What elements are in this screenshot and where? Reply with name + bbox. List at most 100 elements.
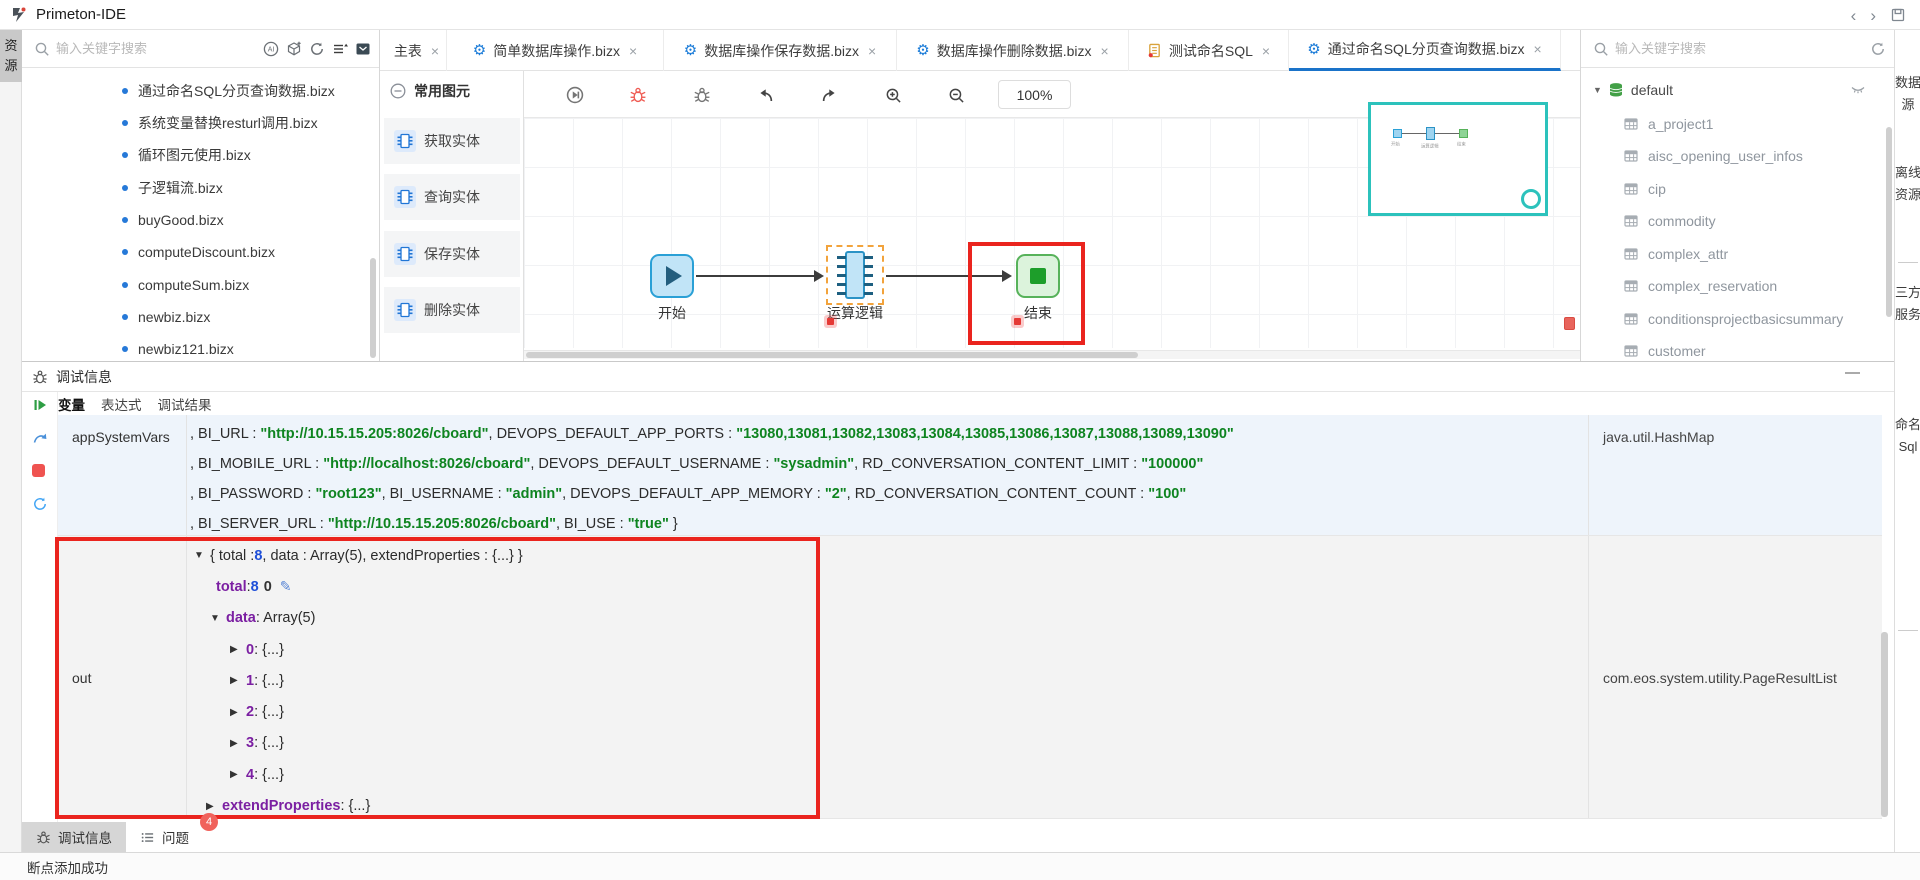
caret-right-icon[interactable]: ▶ — [230, 675, 246, 686]
sort-icon[interactable] — [332, 41, 348, 57]
flow-canvas[interactable]: 100% 开始 运算逻辑 结束 开始 运算逻辑 结束 — [524, 71, 1580, 361]
redo-button[interactable] — [817, 83, 841, 107]
tree-row-data[interactable]: ▼data : Array(5) — [194, 603, 523, 634]
debug-tab-variables[interactable]: 变量 — [58, 394, 85, 414]
table-row-complex-attr[interactable]: complex_attr — [1581, 238, 1894, 270]
package-icon[interactable] — [355, 41, 371, 57]
nav-forward-icon[interactable]: › — [1870, 7, 1876, 24]
close-icon[interactable]: × — [868, 43, 876, 59]
datasource-scrollbar[interactable] — [1886, 127, 1892, 317]
resume-button[interactable] — [32, 397, 50, 415]
close-icon[interactable]: × — [1534, 41, 1542, 57]
tree-row-item-0[interactable]: ▶0 : {...} — [194, 634, 523, 665]
sidebar-item-bizx-0[interactable]: 通过命名SQL分页查询数据.bizx — [22, 75, 379, 107]
dock-tab-named-sql[interactable]: 命名Sql — [1895, 414, 1920, 458]
sidebar-item-bizx-6[interactable]: computeSum.bizx — [22, 269, 379, 301]
caret-down-icon[interactable]: ▼ — [210, 613, 226, 624]
tree-row-item-1[interactable]: ▶1 : {...} — [194, 665, 523, 696]
table-row-commodity[interactable]: commodity — [1581, 205, 1894, 237]
debug-tab-expressions[interactable]: 表达式 — [101, 394, 142, 414]
caret-right-icon[interactable]: ▶ — [230, 738, 246, 749]
variable-row-appSystemVars[interactable]: appSystemVars , BI_URL : "http://10.15.1… — [58, 415, 1882, 536]
stop-button[interactable] — [32, 464, 50, 482]
new-resource-cube-icon[interactable] — [286, 41, 302, 57]
caret-right-icon[interactable]: ▶ — [230, 769, 246, 780]
caret-down-icon[interactable]: ▼ — [194, 550, 210, 561]
save-icon[interactable] — [1890, 7, 1906, 23]
tab-simple-db-op[interactable]: ⚙ 简单数据库操作.bizx× — [447, 30, 664, 71]
tree-node-default-datasource[interactable]: ▼ default — [1581, 74, 1894, 106]
node-end[interactable] — [1016, 254, 1060, 298]
node-start[interactable] — [650, 254, 694, 298]
close-icon[interactable]: × — [629, 43, 637, 59]
sidebar-search-input[interactable] — [56, 41, 263, 56]
table-row-a-project1[interactable]: a_project1 — [1581, 108, 1894, 140]
table-row-cip[interactable]: cip — [1581, 173, 1894, 205]
refresh-icon[interactable] — [1870, 41, 1886, 57]
sidebar-item-bizx-4[interactable]: buyGood.bizx — [22, 204, 379, 236]
sidebar-tab-resources[interactable]: 资源 — [0, 30, 22, 82]
palette-item-get-entity[interactable]: 获取实体 — [384, 118, 520, 164]
canvas-horizontal-scrollbar[interactable] — [524, 350, 1580, 359]
sidebar-scrollbar[interactable] — [370, 258, 376, 358]
palette-item-save-entity[interactable]: 保存实体 — [384, 231, 520, 277]
close-icon[interactable]: × — [1101, 43, 1109, 59]
tab-paged-query-named-sql[interactable]: ⚙ 通过命名SQL分页查询数据.bizx× — [1289, 30, 1561, 71]
edit-value-icon[interactable]: ✎ — [280, 578, 292, 595]
tree-row-total[interactable]: total : 80✎ — [194, 571, 523, 602]
sidebar-item-bizx-7[interactable]: newbiz.bizx — [22, 301, 379, 333]
variable-row-out[interactable]: out ▼{ total : 8, data : Array(5), exten… — [58, 536, 1882, 819]
debug-config-button[interactable] — [690, 83, 714, 107]
palette-item-query-entity[interactable]: 查询实体 — [384, 174, 520, 220]
breakpoint-icon[interactable] — [1011, 315, 1024, 328]
bottom-tab-problems[interactable]: 问题 — [126, 822, 203, 852]
eye-closed-icon[interactable] — [1850, 82, 1866, 98]
dock-tab-offline-resources[interactable]: 离线资源 — [1895, 162, 1920, 206]
palette-item-delete-entity[interactable]: 删除实体 — [384, 287, 520, 333]
scrollbar-thumb[interactable] — [526, 352, 1138, 358]
zoom-in-button[interactable] — [881, 83, 905, 107]
tree-row-item-4[interactable]: ▶4 : {...} — [194, 759, 523, 790]
sidebar-item-bizx-1[interactable]: 系统变量替换resturl调用.bizx — [22, 107, 379, 139]
nav-back-icon[interactable]: ‹ — [1851, 7, 1857, 24]
bottom-tab-debug-info[interactable]: 调试信息 — [22, 822, 126, 852]
debug-button[interactable] — [626, 83, 650, 107]
dock-tab-third-party-services[interactable]: 三方服务 — [1895, 282, 1920, 326]
breakpoint-icon[interactable] — [824, 315, 837, 328]
caret-right-icon[interactable]: ▶ — [230, 707, 246, 718]
table-row-complex-reservation[interactable]: complex_reservation — [1581, 270, 1894, 302]
ai-icon[interactable] — [263, 41, 279, 57]
rerun-button[interactable] — [32, 496, 50, 514]
tab-main-table[interactable]: 主表× — [380, 30, 447, 71]
debug-tab-results[interactable]: 调试结果 — [158, 394, 212, 414]
tree-row-extendProperties[interactable]: ▶extendProperties : {...} — [194, 790, 523, 821]
node-logic[interactable] — [826, 245, 884, 305]
debug-scrollbar[interactable] — [1881, 632, 1888, 817]
run-button[interactable] — [563, 83, 587, 107]
sidebar-item-bizx-2[interactable]: 循环图元使用.bizx — [22, 139, 379, 171]
sidebar-item-bizx-3[interactable]: 子逻辑流.bizx — [22, 172, 379, 204]
step-over-button[interactable] — [32, 430, 50, 448]
close-icon[interactable]: × — [431, 43, 439, 59]
datasource-search-input[interactable] — [1615, 41, 1870, 56]
table-row-conditionsprojectbasicsummary[interactable]: conditionsprojectbasicsummary — [1581, 303, 1894, 335]
caret-right-icon[interactable]: ▶ — [230, 644, 246, 655]
minimap-resize-handle[interactable] — [1521, 189, 1541, 209]
palette-header[interactable]: 常用图元 — [380, 71, 523, 111]
tree-row-summary[interactable]: ▼{ total : 8, data : Array(5), extendPro… — [194, 540, 523, 571]
undo-button[interactable] — [753, 83, 777, 107]
dock-tab-datasource[interactable]: 数据源 — [1895, 72, 1920, 116]
tree-row-item-2[interactable]: ▶2 : {...} — [194, 696, 523, 727]
zoom-level-select[interactable]: 100% — [998, 80, 1071, 109]
tab-test-named-sql[interactable]: 测试命名SQL× — [1129, 30, 1289, 71]
canvas-error-marker-icon[interactable] — [1564, 317, 1575, 330]
tab-db-save-data[interactable]: ⚙ 数据库操作保存数据.bizx× — [664, 30, 897, 71]
tree-row-item-3[interactable]: ▶3 : {...} — [194, 728, 523, 759]
refresh-icon[interactable] — [309, 41, 325, 57]
minimap[interactable]: 开始 运算逻辑 结束 — [1368, 102, 1548, 216]
zoom-out-button[interactable] — [944, 83, 968, 107]
collapse-panel-icon[interactable]: — — [1845, 364, 1860, 381]
sidebar-item-bizx-5[interactable]: computeDiscount.bizx — [22, 236, 379, 268]
tab-db-delete-data[interactable]: ⚙ 数据库操作删除数据.bizx× — [897, 30, 1129, 71]
caret-right-icon[interactable]: ▶ — [206, 801, 222, 812]
